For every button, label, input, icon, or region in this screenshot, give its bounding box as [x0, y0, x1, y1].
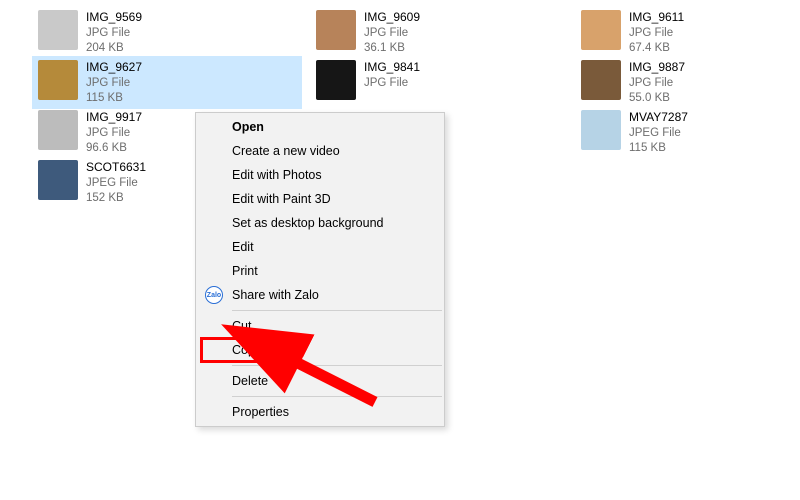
- file-size: 96.6 KB: [86, 141, 142, 156]
- context-menu-item-label: Copy: [232, 343, 261, 357]
- file-item[interactable]: MVAY7287JPEG File115 KB: [575, 106, 800, 159]
- file-item[interactable]: IMG_9841JPG File: [310, 56, 580, 104]
- file-type: JPEG File: [629, 126, 688, 141]
- context-menu-item[interactable]: Create a new video: [198, 139, 442, 163]
- context-menu-item-label: Share with Zalo: [232, 288, 319, 302]
- file-name: SCOT6631: [86, 160, 146, 176]
- context-menu-item[interactable]: Print: [198, 259, 442, 283]
- file-type: JPEG File: [86, 176, 146, 191]
- file-text-block: IMG_9917JPG File96.6 KB: [86, 110, 142, 155]
- file-name: IMG_9609: [364, 10, 420, 26]
- context-menu-item-label: Cut: [232, 319, 251, 333]
- file-name: IMG_9841: [364, 60, 420, 76]
- file-name: IMG_9569: [86, 10, 142, 26]
- file-text-block: IMG_9841JPG File: [364, 60, 420, 91]
- context-menu-separator: [232, 310, 442, 311]
- file-item[interactable]: IMG_9627JPG File115 KB: [32, 56, 302, 109]
- context-menu-item-label: Edit with Photos: [232, 168, 322, 182]
- file-name: IMG_9887: [629, 60, 685, 76]
- file-size: 55.0 KB: [629, 91, 685, 106]
- file-size: 204 KB: [86, 41, 142, 56]
- context-menu-item[interactable]: Edit with Paint 3D: [198, 187, 442, 211]
- file-text-block: IMG_9611JPG File67.4 KB: [629, 10, 684, 55]
- file-item[interactable]: IMG_9887JPG File55.0 KB: [575, 56, 800, 109]
- file-name: IMG_9627: [86, 60, 142, 76]
- context-menu-item-label: Open: [232, 120, 264, 134]
- file-thumbnail: [38, 60, 78, 100]
- file-thumbnail: [38, 10, 78, 50]
- file-text-block: IMG_9887JPG File55.0 KB: [629, 60, 685, 105]
- file-size: 152 KB: [86, 191, 146, 206]
- context-menu-item[interactable]: Set as desktop background: [198, 211, 442, 235]
- file-type: JPG File: [86, 76, 142, 91]
- context-menu-item-label: Edit with Paint 3D: [232, 192, 331, 206]
- file-size: 36.1 KB: [364, 41, 420, 56]
- context-menu-item-label: Edit: [232, 240, 254, 254]
- file-type: JPG File: [364, 76, 420, 91]
- context-menu-item[interactable]: Open: [198, 115, 442, 139]
- context-menu-item-label: Create a new video: [232, 144, 340, 158]
- file-text-block: MVAY7287JPEG File115 KB: [629, 110, 688, 155]
- file-item[interactable]: IMG_9609JPG File36.1 KB: [310, 6, 580, 59]
- file-name: IMG_9917: [86, 110, 142, 126]
- file-size: 115 KB: [86, 91, 142, 106]
- context-menu-separator: [232, 365, 442, 366]
- file-thumbnail: [38, 110, 78, 150]
- context-menu-separator: [232, 396, 442, 397]
- file-thumbnail: [316, 10, 356, 50]
- context-menu-item-label: Print: [232, 264, 258, 278]
- context-menu-item[interactable]: Edit: [198, 235, 442, 259]
- context-menu: Open Create a new video Edit with Photos Ed…: [195, 112, 445, 427]
- context-menu-item[interactable]: Delete: [198, 369, 442, 393]
- file-thumbnail: [581, 110, 621, 150]
- file-thumbnail: [38, 160, 78, 200]
- file-text-block: IMG_9609JPG File36.1 KB: [364, 10, 420, 55]
- context-menu-item[interactable]: Properties: [198, 400, 442, 424]
- file-thumbnail: [316, 60, 356, 100]
- file-size: 115 KB: [629, 141, 688, 156]
- context-menu-item-label: Set as desktop background: [232, 216, 384, 230]
- file-text-block: SCOT6631JPEG File152 KB: [86, 160, 146, 205]
- file-size: 67.4 KB: [629, 41, 684, 56]
- context-menu-item[interactable]: Edit with Photos: [198, 163, 442, 187]
- context-menu-item-label: Properties: [232, 405, 289, 419]
- file-item[interactable]: IMG_9569JPG File204 KB: [32, 6, 302, 59]
- file-type: JPG File: [629, 26, 684, 41]
- file-type: JPG File: [629, 76, 685, 91]
- file-text-block: IMG_9627JPG File115 KB: [86, 60, 142, 105]
- context-menu-item-label: Delete: [232, 374, 268, 388]
- file-type: JPG File: [86, 126, 142, 141]
- file-item[interactable]: IMG_9611JPG File67.4 KB: [575, 6, 800, 59]
- zalo-icon: Zalo: [205, 286, 223, 304]
- file-text-block: IMG_9569JPG File204 KB: [86, 10, 142, 55]
- context-menu-item[interactable]: Copy: [198, 338, 442, 362]
- file-thumbnail: [581, 60, 621, 100]
- context-menu-item[interactable]: Cut: [198, 314, 442, 338]
- file-type: JPG File: [364, 26, 420, 41]
- file-name: IMG_9611: [629, 10, 684, 26]
- file-type: JPG File: [86, 26, 142, 41]
- context-menu-item[interactable]: Share with Zalo Zalo: [198, 283, 442, 307]
- file-thumbnail: [581, 10, 621, 50]
- file-name: MVAY7287: [629, 110, 688, 126]
